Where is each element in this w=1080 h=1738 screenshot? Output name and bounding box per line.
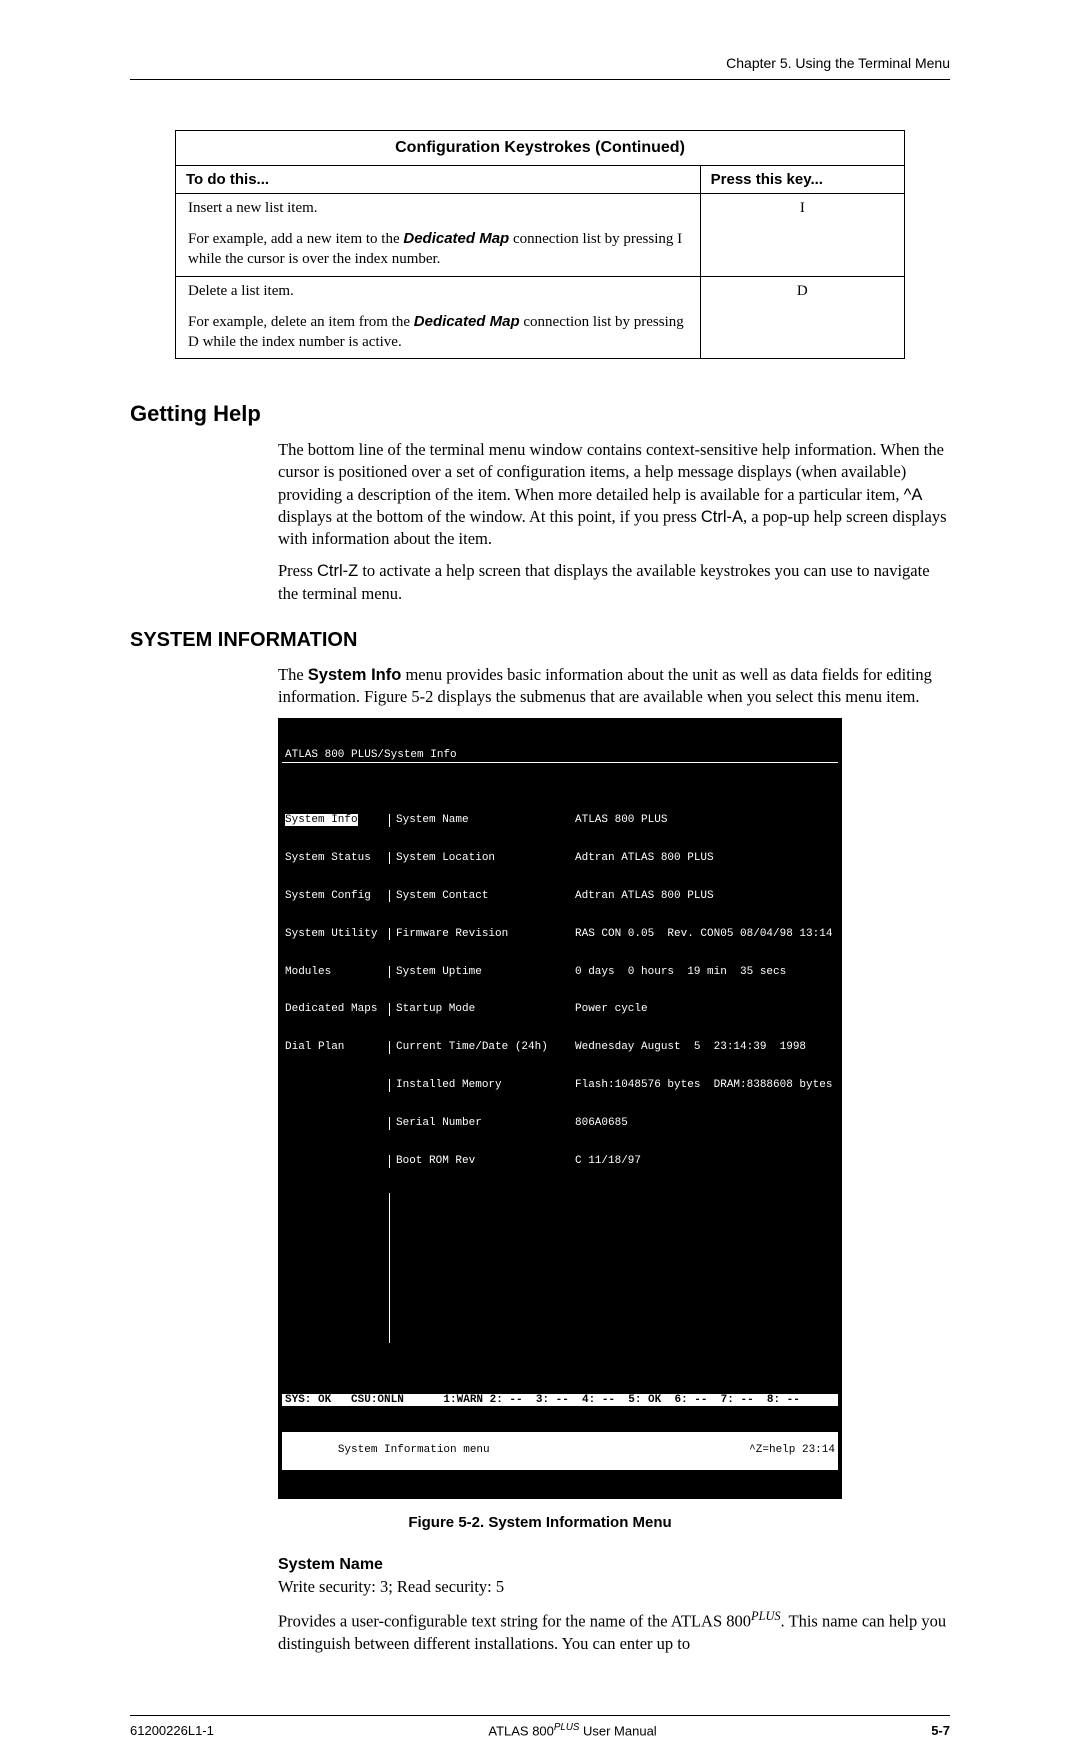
terminal-status-line-2: System Information menu^Z=help 23:14 [282,1432,838,1470]
system-information-heading: SYSTEM INFORMATION [130,629,950,652]
terminal-title: ATLAS 800 PLUS/System Info [282,748,838,764]
keystrokes-table: Configuration Keystrokes (Continued) To … [175,130,905,359]
footer-title: ATLAS 800PLUS User Manual [214,1722,931,1738]
table-title: Configuration Keystrokes (Continued) [176,131,904,165]
terminal-menu-item: Modules [282,966,390,979]
terminal-menu-item: Dial Plan [282,1041,390,1054]
help-paragraph-2: Press Ctrl-Z to activate a help screen t… [278,560,950,605]
example-cell: For example, delete an item from the Ded… [176,306,700,359]
system-name-security: Write security: 3; Read security: 5 [278,1576,950,1598]
table-row-example: For example, delete an item from the Ded… [176,306,904,359]
terminal-menu-item: System Config [282,890,390,903]
terminal-menu-item: Dedicated Maps [282,1003,390,1016]
action-cell: Delete a list item. [176,276,700,306]
system-name-paragraph: Provides a user-configurable text string… [278,1608,950,1655]
table-row-example: For example, add a new item to the Dedic… [176,223,904,276]
footer-page-num: 5-7 [931,1723,950,1738]
key-cell-empty [700,223,904,276]
header-rule [130,79,950,80]
terminal-menu-item: System Info [285,814,358,826]
example-cell: For example, add a new item to the Dedic… [176,223,700,276]
footer-doc-id: 61200226L1-1 [130,1723,214,1738]
figure-caption: Figure 5-2. System Information Menu [130,1514,950,1531]
sysinfo-paragraph: The System Info menu provides basic info… [278,664,950,709]
terminal-menu-item: System Status [282,852,390,865]
chapter-header: Chapter 5. Using the Terminal Menu [130,55,950,71]
system-name-heading: System Name [278,1556,950,1574]
col-header-key: Press this key... [700,166,904,194]
table-row: Insert a new list item. I [176,194,904,224]
table-header-row: To do this... Press this key... [176,166,904,194]
key-cell: D [700,276,904,306]
help-paragraph-1: The bottom line of the terminal menu win… [278,439,950,550]
key-cell: I [700,194,904,224]
terminal-screenshot: ATLAS 800 PLUS/System Info System Info Sy… [278,718,842,1498]
table-row: Delete a list item. D [176,276,904,306]
terminal-menu-item: System Utility [282,928,390,941]
action-cell: Insert a new list item. [176,194,700,224]
getting-help-heading: Getting Help [130,401,950,427]
key-cell-empty [700,306,904,359]
col-header-action: To do this... [176,166,700,194]
page-footer: 61200226L1-1 ATLAS 800PLUS User Manual 5… [130,1715,950,1738]
terminal-status-line-1: SYS: OK CSU:ONLN 1:WARN 2: -- 3: -- 4: -… [282,1394,838,1407]
